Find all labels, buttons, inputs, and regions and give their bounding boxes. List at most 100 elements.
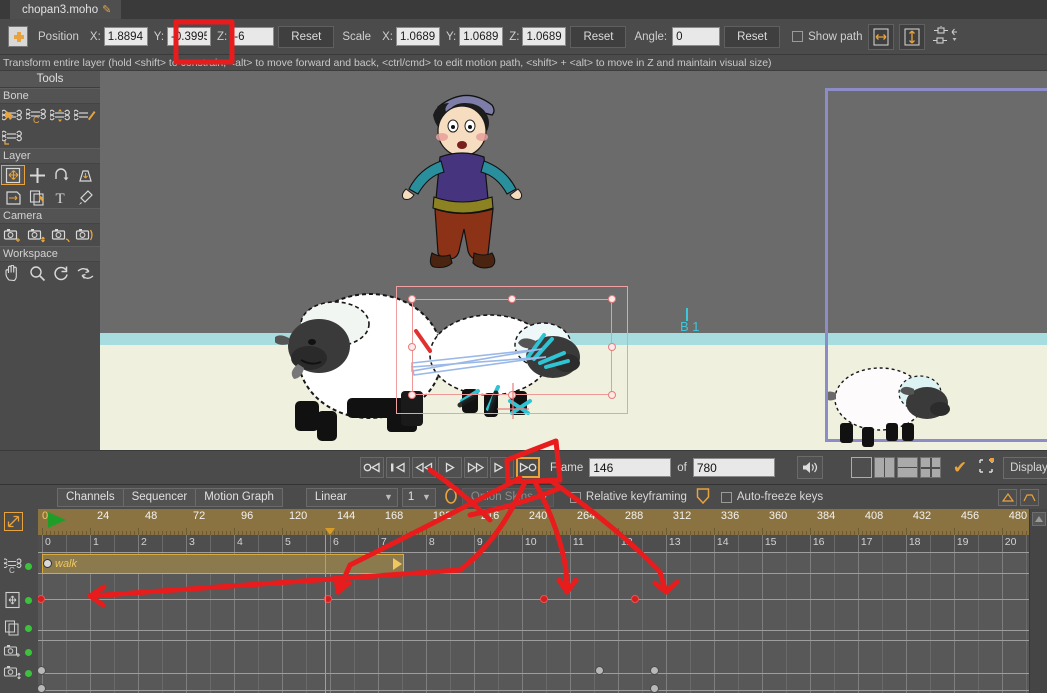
camera-track-channel-icon[interactable]: [3, 643, 23, 661]
bone-translate-tool[interactable]: [1, 127, 25, 147]
position-reset-button[interactable]: Reset: [278, 25, 335, 48]
selection-handle-ml[interactable]: [408, 343, 416, 351]
angle-reset-button[interactable]: Reset: [724, 25, 781, 48]
collapse-up-icon[interactable]: [998, 488, 1017, 506]
bone-select-tool[interactable]: [1, 105, 25, 125]
playhead-start-marker[interactable]: [48, 512, 66, 528]
bone-rotate-tool[interactable]: C: [25, 105, 49, 125]
eyedropper-tool[interactable]: [73, 187, 97, 207]
interp-count-dropdown[interactable]: 1 ▼: [401, 487, 436, 507]
keyframe-marker-gray[interactable]: [38, 684, 46, 693]
bone-offset-tool[interactable]: [73, 105, 97, 125]
flip-vertical-icon[interactable]: [898, 23, 925, 50]
timeline-keyframe-area[interactable]: 0 1 2 3 4 5 6 7 8 9 10 11 12 13 14 15 16 17 18 19 20 walk: [38, 535, 1029, 693]
speaker-icon[interactable]: [796, 456, 823, 479]
selection-handle-br[interactable]: [608, 391, 616, 399]
layer-transform-channel-icon[interactable]: [4, 591, 24, 609]
four-pane-icon[interactable]: [919, 457, 941, 478]
rotate-workspace-tool[interactable]: [49, 263, 73, 283]
camera-zoom-channel-icon[interactable]: [3, 664, 23, 682]
frame-input[interactable]: [589, 458, 672, 477]
single-view-icon[interactable]: [850, 457, 872, 478]
timeline-playhead[interactable]: [325, 535, 327, 693]
selection-handle-tl[interactable]: [408, 295, 416, 303]
scale-reset-button[interactable]: Reset: [570, 25, 627, 48]
expand-timeline-icon[interactable]: [4, 512, 23, 531]
keyframe-marker-red[interactable]: [38, 595, 45, 603]
total-frames-input[interactable]: [692, 458, 775, 477]
layer-copy-enabled-dot[interactable]: [25, 625, 32, 632]
selection-handle-mr[interactable]: [608, 343, 616, 351]
step-back-button[interactable]: [412, 457, 436, 478]
scale-y-input[interactable]: [459, 27, 504, 46]
auto-freeze-toggle[interactable]: Auto-freeze keys: [720, 491, 823, 503]
timeline-frame-ruler[interactable]: 0 24 48 72 96 120 144 168 192 216 240 264 288 312 336 3…: [38, 509, 1029, 535]
onion-skins-dropdown[interactable]: Onion Skins ▼: [461, 487, 554, 507]
auto-freeze-checkbox[interactable]: [720, 491, 732, 503]
camera-zoom-enabled-dot[interactable]: [25, 670, 32, 677]
relative-keyframing-toggle[interactable]: Relative keyframing: [569, 491, 687, 503]
layer-copy-channel-icon[interactable]: [4, 619, 24, 637]
camera-pan-tool[interactable]: [73, 225, 97, 245]
rewind-to-start-button[interactable]: [360, 457, 384, 478]
play-to-end-button[interactable]: [516, 457, 540, 478]
scroll-up-icon[interactable]: [1031, 512, 1046, 526]
camera-track-enabled-dot[interactable]: [25, 649, 32, 656]
layer-transform-enabled-dot[interactable]: [25, 597, 32, 604]
flip-horizontal-icon[interactable]: [867, 23, 894, 50]
flip-layer-tool[interactable]: [1, 187, 25, 207]
position-z-input[interactable]: [230, 27, 275, 46]
bone-rotate-channel-icon[interactable]: C: [2, 557, 24, 575]
play-button[interactable]: [438, 457, 462, 478]
previous-keyframe-button[interactable]: [386, 457, 410, 478]
ruler-playhead-marker[interactable]: [325, 528, 336, 535]
canvas-viewport[interactable]: B 1: [100, 71, 1047, 450]
document-tab[interactable]: chopan3.moho ✎: [10, 0, 122, 19]
interpolation-dropdown[interactable]: Linear ▼: [305, 487, 398, 507]
text-tool[interactable]: T: [49, 187, 73, 207]
keyframe-marker-red[interactable]: [630, 595, 639, 603]
three-pane-icon[interactable]: [896, 457, 918, 478]
position-x-input[interactable]: [103, 27, 148, 46]
checkmark-toggle[interactable]: ✔: [953, 459, 967, 476]
action-track-walk[interactable]: walk: [42, 554, 405, 574]
action-track-end-handle[interactable]: [393, 558, 403, 570]
bone-channel-enabled-dot[interactable]: [25, 563, 32, 570]
timeline-scrollbar[interactable]: [1029, 509, 1047, 693]
action-track-start-handle[interactable]: [43, 559, 52, 568]
shield-icon[interactable]: [695, 487, 711, 508]
move-layer-tool[interactable]: [25, 165, 49, 185]
camera-track-tool[interactable]: [1, 225, 25, 245]
layer-copy-tool[interactable]: [25, 187, 49, 207]
crop-icon[interactable]: [977, 457, 995, 478]
camera-roll-tool[interactable]: [49, 225, 73, 245]
step-forward-button[interactable]: [464, 457, 488, 478]
shear-layer-tool[interactable]: [73, 165, 97, 185]
tab-motion-graph[interactable]: Motion Graph: [195, 487, 283, 507]
position-y-input[interactable]: [167, 27, 212, 46]
angle-input[interactable]: [672, 27, 721, 46]
transform-options-icon[interactable]: [930, 24, 960, 50]
scale-z-input[interactable]: [522, 27, 567, 46]
selection-handle-bl[interactable]: [408, 391, 416, 399]
show-path-toggle[interactable]: Show path: [792, 31, 863, 43]
two-pane-icon[interactable]: [873, 457, 895, 478]
tab-sequencer[interactable]: Sequencer: [122, 487, 197, 507]
selection-handle-tr[interactable]: [608, 295, 616, 303]
scale-x-input[interactable]: [395, 27, 440, 46]
next-keyframe-button[interactable]: [490, 457, 514, 478]
bone-scale-tool[interactable]: [49, 105, 73, 125]
display-quality-dropdown[interactable]: Display Quality ▼: [1003, 456, 1047, 479]
selection-handle-tc[interactable]: [508, 295, 516, 303]
tab-channels[interactable]: Channels: [57, 487, 124, 507]
keyframe-marker-gray[interactable]: [650, 684, 660, 693]
reset-workspace-tool[interactable]: [73, 263, 97, 283]
transform-layer-tool[interactable]: [1, 165, 25, 185]
expand-icon[interactable]: [1020, 488, 1039, 506]
zoom-tool[interactable]: [25, 263, 49, 283]
onion-skin-icon[interactable]: [442, 487, 460, 508]
relative-keyframing-checkbox[interactable]: [569, 491, 581, 503]
rotate-layer-tool[interactable]: [49, 165, 73, 185]
keyframe-marker-red[interactable]: [540, 595, 549, 603]
show-path-checkbox[interactable]: [792, 31, 804, 42]
